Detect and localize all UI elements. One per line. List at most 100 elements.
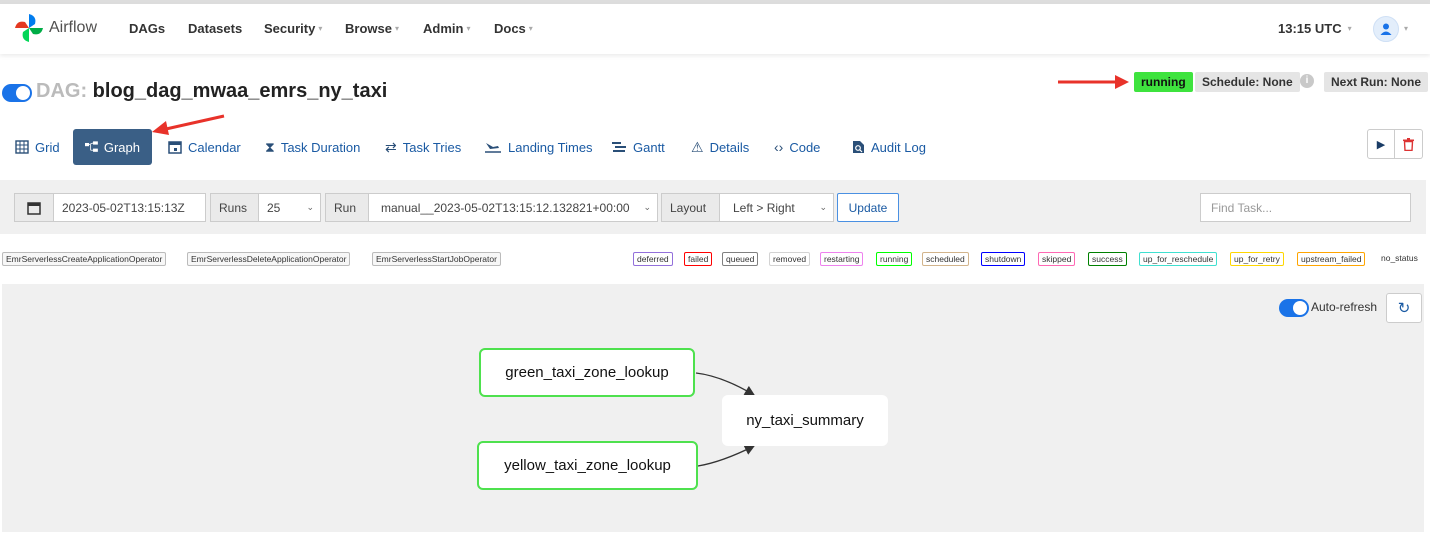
- nav-docs-label: Docs: [494, 21, 526, 36]
- state-legend-skipped: skipped: [1038, 252, 1076, 266]
- nav-docs[interactable]: Docs ▾: [494, 21, 533, 36]
- tab-code-label: Code: [789, 139, 821, 155]
- state-legend-deferred: deferred: [633, 252, 673, 266]
- edge-green-to-summary: [695, 372, 756, 396]
- graph-edges: [695, 372, 756, 467]
- state-legend-upstream-failed: upstream_failed: [1297, 252, 1366, 266]
- chevron-down-icon: ▾: [1347, 24, 1352, 33]
- retry-icon: ⇄: [385, 138, 397, 155]
- next-run-badge: Next Run: None: [1324, 72, 1428, 92]
- tab-code[interactable]: ‹› Code: [766, 129, 828, 165]
- tab-grid[interactable]: Grid: [7, 129, 68, 165]
- tab-task-tries[interactable]: ⇄ Task Tries: [377, 129, 469, 165]
- pinwheel-icon: [15, 14, 43, 42]
- warning-icon: ⚠: [691, 138, 704, 155]
- graph-icon: [85, 141, 98, 152]
- state-legend-scheduled: scheduled: [922, 252, 969, 266]
- operator-legend-create: EmrServerlessCreateApplicationOperator: [2, 252, 167, 266]
- chevron-down-icon: ⌄: [643, 202, 651, 212]
- chevron-down-icon[interactable]: ▾: [1404, 24, 1408, 33]
- task-node-ny-taxi-summary[interactable]: ny_taxi_summary: [722, 395, 888, 446]
- dag-state-badge: running: [1134, 72, 1193, 92]
- tab-landing-times-label: Landing Times: [508, 139, 593, 155]
- tab-audit-log-label: Audit Log: [871, 139, 926, 155]
- graph-controls-bar: 2023-05-02T13:15:13Z Runs 25 ⌄ Run manua…: [0, 180, 1426, 234]
- tab-task-duration-label: Task Duration: [280, 139, 361, 155]
- info-icon[interactable]: i: [1300, 74, 1314, 88]
- navbar: Airflow DAGs Datasets Security ▾ Browse ▾ …: [0, 4, 1430, 54]
- operator-legend-start-job: EmrServerlessStartJobOperator: [372, 252, 501, 266]
- run-value: manual__2023-05-02T13:15:12.132821+00:00: [381, 200, 630, 215]
- tab-audit-log[interactable]: Audit Log: [844, 129, 934, 165]
- chevron-down-icon: ⌄: [306, 202, 314, 212]
- runs-select[interactable]: 25 ⌄: [258, 193, 321, 222]
- tab-grid-label: Grid: [35, 139, 60, 155]
- dag-prefix: DAG:: [36, 80, 88, 102]
- state-legend-up-for-reschedule: up_for_reschedule: [1139, 252, 1218, 266]
- file-search-icon: [853, 141, 864, 153]
- nav-datasets-label: Datasets: [188, 21, 243, 36]
- operator-legend-delete: EmrServerlessDeleteApplicationOperator: [187, 252, 351, 266]
- dag-graph-canvas[interactable]: Auto-refresh ↻ green_taxi_zone_lookup ye…: [2, 284, 1424, 532]
- chevron-down-icon: ▾: [394, 24, 399, 33]
- tab-details-label: Details: [709, 139, 750, 155]
- landing-icon: [485, 143, 501, 153]
- layout-value: Left > Right: [733, 200, 795, 215]
- tab-calendar-label: Calendar: [188, 139, 241, 155]
- find-task-input[interactable]: [1200, 193, 1411, 222]
- layout-select[interactable]: Left > Right ⌄: [719, 193, 834, 222]
- nav-dags[interactable]: DAGs: [129, 21, 165, 36]
- nav-browse-label: Browse: [345, 21, 392, 36]
- layout-label: Layout: [661, 193, 720, 222]
- runs-value: 25: [267, 200, 281, 215]
- tab-details[interactable]: ⚠ Details: [683, 129, 757, 165]
- user-icon: [1380, 23, 1392, 35]
- tab-calendar[interactable]: Calendar: [160, 129, 249, 165]
- clock-dropdown[interactable]: 13:15 UTC ▾: [1278, 21, 1352, 36]
- state-legend-queued: queued: [722, 252, 759, 266]
- hourglass-icon: ⧗: [265, 138, 275, 155]
- app-name: Airflow: [49, 19, 98, 36]
- runs-label: Runs: [210, 193, 259, 222]
- delete-dag-button[interactable]: [1395, 129, 1423, 159]
- tab-task-duration[interactable]: ⧗ Task Duration: [257, 129, 368, 165]
- nav-admin[interactable]: Admin ▾: [423, 21, 470, 36]
- task-node-label: ny_taxi_summary: [746, 412, 864, 429]
- tab-landing-times[interactable]: Landing Times: [476, 129, 601, 165]
- nav-browse[interactable]: Browse ▾: [345, 21, 399, 36]
- tab-gantt[interactable]: Gantt: [603, 129, 673, 165]
- state-legend-up-for-retry: up_for_retry: [1230, 252, 1284, 266]
- airflow-logo[interactable]: Airflow: [13, 12, 97, 44]
- dag-pause-toggle[interactable]: [2, 84, 32, 102]
- tab-graph[interactable]: Graph: [73, 129, 152, 165]
- state-legend-running: running: [876, 252, 913, 266]
- date-picker-button[interactable]: [14, 193, 54, 222]
- state-legend-removed: removed: [769, 252, 811, 266]
- calendar-icon: [168, 141, 182, 154]
- nav-admin-label: Admin: [423, 21, 464, 36]
- state-legend-no-status: no_status: [1381, 253, 1418, 263]
- tab-task-tries-label: Task Tries: [402, 139, 462, 155]
- task-node-yellow-taxi-zone-lookup[interactable]: yellow_taxi_zone_lookup: [477, 441, 698, 490]
- annotation-arrow-running: [1058, 75, 1129, 89]
- state-legend-restarting: restarting: [820, 252, 864, 266]
- chevron-down-icon: ▾: [528, 24, 533, 33]
- user-avatar[interactable]: [1373, 16, 1399, 42]
- task-node-label: green_taxi_zone_lookup: [505, 364, 669, 381]
- task-node-label: yellow_taxi_zone_lookup: [504, 457, 671, 474]
- nav-datasets[interactable]: Datasets: [188, 21, 242, 36]
- run-select[interactable]: manual__2023-05-02T13:15:12.132821+00:00…: [368, 193, 658, 222]
- nav-security[interactable]: Security ▾: [264, 21, 322, 36]
- nav-security-label: Security: [264, 21, 316, 36]
- chevron-down-icon: ▾: [318, 24, 323, 33]
- dag-id: blog_dag_mwaa_emrs_ny_taxi: [92, 80, 388, 102]
- trash-icon: [1403, 137, 1414, 151]
- task-node-green-taxi-zone-lookup[interactable]: green_taxi_zone_lookup: [479, 348, 695, 397]
- run-label: Run: [325, 193, 369, 222]
- play-icon: ▶: [1376, 138, 1386, 151]
- update-button[interactable]: Update: [837, 193, 899, 222]
- trigger-dag-button[interactable]: ▶: [1367, 129, 1395, 159]
- base-date-input[interactable]: 2023-05-02T13:15:13Z: [53, 193, 206, 222]
- grid-icon: [15, 140, 29, 154]
- state-legend-shutdown: shutdown: [981, 252, 1026, 266]
